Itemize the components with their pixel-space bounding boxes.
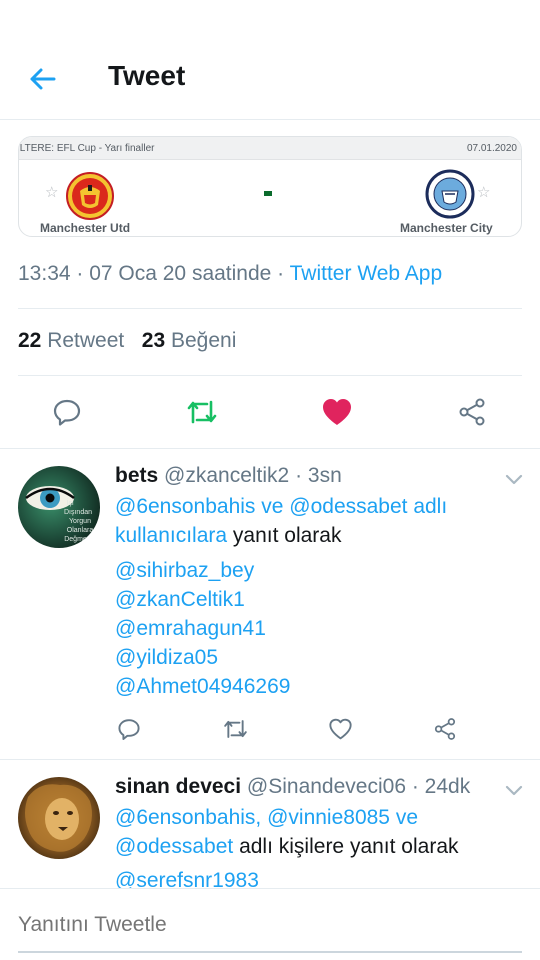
reply-to-text: adlı kişilere yanıt olarak [233, 835, 459, 858]
author-name[interactable]: sinan deveci [115, 775, 241, 798]
like-button[interactable] [323, 712, 357, 746]
author-handle-time: @Sinandeveci06 · 24dk [246, 775, 471, 798]
avatar[interactable]: İçi Dışından Yorgun Olanlara Değmeyin [18, 466, 100, 548]
match-card[interactable]: ILTERE: EFL Cup - Yarı finaller 07.01.20… [18, 136, 522, 237]
heart-icon [323, 399, 351, 425]
reply-to-context: kullanıcılara yanıt olarak [115, 524, 341, 548]
author-handle-time: @zkanceltik2 · 3sn [164, 464, 342, 487]
avatar-text: Değmeyin [64, 536, 96, 543]
score-separator [264, 191, 272, 196]
avatar-text: Yorgun [69, 518, 91, 525]
mention-link[interactable]: @Ahmet04946269 [115, 675, 290, 699]
author-name[interactable]: bets [115, 464, 158, 487]
retweet-icon [223, 720, 247, 738]
avatar-text: Dışından [64, 509, 92, 516]
chevron-down-icon[interactable] [502, 468, 526, 492]
divider [18, 375, 522, 376]
like-button[interactable] [315, 390, 359, 434]
retweet-icon [187, 400, 217, 424]
retweet-button[interactable] [180, 390, 224, 434]
away-team-name: Manchester City [400, 221, 493, 235]
back-arrow-icon [30, 68, 56, 90]
heart-outline-icon [328, 718, 352, 740]
likes-count: 23 [141, 329, 166, 352]
retweets-label: Retweet [47, 329, 125, 352]
home-team-name: Manchester Utd [40, 221, 131, 235]
share-icon [434, 718, 456, 740]
reply-to-link[interactable]: kullanıcılara [115, 524, 227, 547]
tweet-source-link[interactable]: Twitter Web App [290, 262, 443, 285]
avatar-text: Olanlara [67, 527, 94, 534]
tweet-time-date: 13:34 · 07 Oca 20 saatinde · [18, 262, 290, 285]
share-button[interactable] [450, 390, 494, 434]
reply-to-link[interactable]: @odessabet [115, 835, 233, 858]
retweet-button[interactable] [218, 712, 252, 746]
mention-link[interactable]: @yildiza05 [115, 646, 218, 670]
reply-composer [0, 888, 540, 960]
reply-to-text: yanıt olarak [227, 524, 342, 547]
mention-link[interactable]: @zkanCeltik1 [115, 588, 245, 612]
avatar-lion-icon [18, 777, 100, 859]
reply-button[interactable] [45, 390, 89, 434]
reply-icon [118, 719, 140, 740]
app-header: Tweet [0, 38, 540, 120]
mention-link[interactable]: @emrahagun41 [115, 617, 266, 641]
reply-icon [53, 399, 81, 426]
likes-link[interactable]: 23 Beğeni [142, 329, 237, 352]
mention-link[interactable]: @serefsnr1983 [115, 869, 259, 888]
manchester-united-crest-icon [66, 172, 114, 220]
reply-to-mentions[interactable]: @6ensonbahis, @vinnie8085 ve [115, 806, 418, 830]
retweets-link[interactable]: 22 Retweet [18, 329, 124, 352]
page-title: Tweet [108, 60, 186, 91]
favorite-star-icon[interactable]: ☆ [477, 183, 490, 201]
avatar-text: İçi [67, 498, 74, 507]
manchester-city-crest-icon [425, 169, 475, 219]
retweets-count: 22 [18, 329, 42, 352]
favorite-star-icon[interactable]: ☆ [45, 183, 58, 201]
chevron-down-icon[interactable] [502, 779, 526, 803]
avatar[interactable] [18, 777, 100, 859]
match-card-header: ILTERE: EFL Cup - Yarı finaller 07.01.20… [19, 137, 521, 160]
avatar-eye-icon: İçi Dışından Yorgun Olanlara Değmeyin [18, 466, 100, 548]
competition-label: ILTERE: EFL Cup - Yarı finaller [18, 142, 155, 154]
reply-button[interactable] [112, 712, 146, 746]
share-icon [459, 398, 485, 426]
share-button[interactable] [428, 712, 462, 746]
mention-link[interactable]: @sihirbaz_bey [115, 559, 254, 583]
tweet-timestamp: 13:34 · 07 Oca 20 saatinde · Twitter Web… [18, 262, 442, 286]
match-date: 07.01.2020 [466, 142, 517, 154]
likes-label: Beğeni [170, 329, 237, 352]
tweet-action-bar [0, 390, 540, 434]
reply-author: bets @zkanceltik2 · 3sn [115, 464, 342, 488]
divider [18, 308, 522, 309]
back-button[interactable] [22, 62, 62, 96]
reply-input[interactable] [18, 913, 522, 937]
engagement-counts: 22 Retweet 23 Beğeni [18, 329, 236, 353]
reply-author: sinan deveci @Sinandeveci06 · 24dk [115, 775, 470, 799]
input-underline [18, 951, 522, 953]
reply-to-context: @odessabet adlı kişilere yanıt olarak [115, 835, 459, 859]
reply-to-mentions[interactable]: @6ensonbahis ve @odessabet adlı [115, 495, 447, 519]
reply-tweet[interactable]: İçi Dışından Yorgun Olanlara Değmeyin be… [0, 448, 540, 760]
reply-tweet[interactable]: sinan deveci @Sinandeveci06 · 24dk @6ens… [0, 759, 540, 888]
